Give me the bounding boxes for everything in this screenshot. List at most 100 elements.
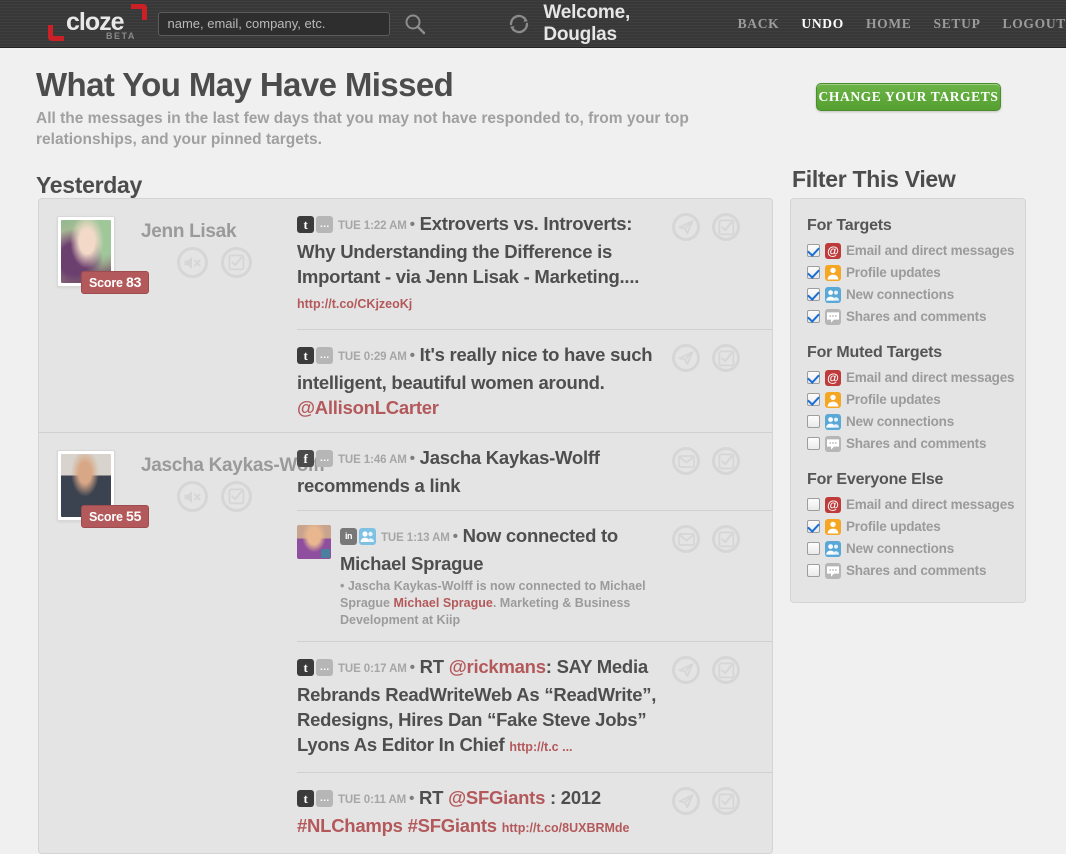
search-icon[interactable] xyxy=(402,11,428,37)
filter-row[interactable]: Profile updates xyxy=(807,516,1025,537)
filter-row-label[interactable]: Shares and comments xyxy=(846,436,986,451)
filter-row[interactable]: Shares and comments xyxy=(807,560,1025,581)
score-badge: Score 55 xyxy=(81,505,150,528)
filter-row[interactable]: @ Email and direct messages xyxy=(807,240,1025,261)
chat-badge-icon: … xyxy=(316,347,333,364)
filter-checkbox[interactable] xyxy=(807,542,820,555)
checkbox-circle-button[interactable] xyxy=(712,787,740,815)
filter-row[interactable]: Profile updates xyxy=(807,389,1025,410)
message-hashtag[interactable]: #SFGiants xyxy=(408,815,498,836)
nested-connection-row: in TUE 1:13 AM • Now connected to Michael … xyxy=(297,523,662,629)
nested-avatar[interactable] xyxy=(297,525,331,559)
filter-row-label[interactable]: Profile updates xyxy=(846,265,941,280)
at-icon: @ xyxy=(825,369,841,386)
message-timestamp: TUE 1:13 AM xyxy=(381,532,450,544)
filter-checkbox[interactable] xyxy=(807,393,820,406)
person-name[interactable]: Jenn Lisak xyxy=(141,221,237,243)
send-button[interactable] xyxy=(672,344,700,372)
checkbox-circle-button[interactable] xyxy=(712,656,740,684)
filter-checkbox[interactable] xyxy=(807,310,820,323)
filter-checkbox[interactable] xyxy=(807,415,820,428)
message-link[interactable]: http://t.co/8UXBRMde xyxy=(502,821,630,835)
filter-panel: For Targets @ Email and direct messages Pro… xyxy=(790,198,1026,603)
message-hashtag[interactable]: #NLChamps xyxy=(297,815,403,836)
chat-icon xyxy=(825,308,841,325)
person-block: Score 55 Jascha Kaykas-Wolff f… TUE 1:46 AM… xyxy=(39,432,772,853)
checkbox-circle-button[interactable] xyxy=(712,344,740,372)
filter-row-label[interactable]: New connections xyxy=(846,541,954,556)
send-button[interactable] xyxy=(672,787,700,815)
filter-row-label[interactable]: Shares and comments xyxy=(846,563,986,578)
filter-checkbox[interactable] xyxy=(807,244,820,257)
search-input[interactable] xyxy=(158,11,391,36)
mute-button[interactable] xyxy=(177,247,208,278)
message-text-fragment: RT xyxy=(419,787,449,808)
message-row: t… TUE 0:29 AM • It's really nice to have … xyxy=(297,329,772,432)
filter-row[interactable]: @ Email and direct messages xyxy=(807,367,1025,388)
filter-row[interactable]: New connections xyxy=(807,411,1025,432)
filter-row-label[interactable]: Shares and comments xyxy=(846,309,986,324)
filter-row-label[interactable]: Email and direct messages xyxy=(846,497,1015,512)
person-action-buttons xyxy=(177,481,252,512)
filter-checkbox[interactable] xyxy=(807,371,820,384)
score-badge: Score 83 xyxy=(81,271,150,294)
message-bullet: • xyxy=(452,528,458,545)
message-link[interactable]: http://t.co/CKjzeoKj xyxy=(297,297,412,311)
checkbox-circle-button[interactable] xyxy=(221,481,252,512)
message-text: t… TUE 0:29 AM • It's really nice to have … xyxy=(297,342,662,420)
person-action-buttons xyxy=(177,247,252,278)
filter-row[interactable]: @ Email and direct messages xyxy=(807,494,1025,515)
filter-row-label[interactable]: Profile updates xyxy=(846,519,941,534)
mute-button[interactable] xyxy=(177,481,208,512)
filter-row-label[interactable]: New connections xyxy=(846,414,954,429)
email-button[interactable] xyxy=(672,447,700,475)
message-action-buttons xyxy=(672,445,758,498)
message-mention[interactable]: @rickmans xyxy=(449,656,546,677)
refresh-icon[interactable] xyxy=(506,11,532,37)
chat-badge-icon: … xyxy=(316,659,333,676)
nav-link-undo[interactable]: UNDO xyxy=(801,16,844,32)
filter-row[interactable]: Shares and comments xyxy=(807,433,1025,454)
people-icon xyxy=(825,286,841,303)
filter-row[interactable]: New connections xyxy=(807,284,1025,305)
nav-link-home[interactable]: HOME xyxy=(866,16,912,32)
checkbox-circle-button[interactable] xyxy=(712,525,740,553)
filter-row-label[interactable]: Profile updates xyxy=(846,392,941,407)
source-badge-twitter-icon: t xyxy=(297,216,314,233)
nav-link-logout[interactable]: LOGOUT xyxy=(1003,16,1066,32)
checkbox-circle-button[interactable] xyxy=(221,247,252,278)
nav-link-back[interactable]: BACK xyxy=(738,16,780,32)
message-action-buttons xyxy=(672,654,758,760)
filter-checkbox[interactable] xyxy=(807,437,820,450)
message-highlight-link[interactable]: Michael Sprague xyxy=(394,596,493,610)
send-button[interactable] xyxy=(672,213,700,241)
filter-checkbox[interactable] xyxy=(807,520,820,533)
filter-checkbox[interactable] xyxy=(807,498,820,511)
filter-row-label[interactable]: Email and direct messages xyxy=(846,370,1015,385)
message-row: t… TUE 1:22 AM • Extroverts vs. Introverts… xyxy=(297,199,772,329)
welcome-message: Welcome, Douglas xyxy=(543,1,631,45)
filter-checkbox[interactable] xyxy=(807,266,820,279)
message-timestamp: TUE 0:29 AM xyxy=(338,351,407,363)
message-mention[interactable]: @SFGiants xyxy=(448,787,545,808)
message-subtext: • Jascha Kaykas-Wolff is now connected t… xyxy=(340,578,662,629)
nav-link-setup[interactable]: SETUP xyxy=(934,16,981,32)
filter-row[interactable]: New connections xyxy=(807,538,1025,559)
filter-row-label[interactable]: New connections xyxy=(846,287,954,302)
filter-checkbox[interactable] xyxy=(807,564,820,577)
filter-row[interactable]: Shares and comments xyxy=(807,306,1025,327)
checkbox-circle-button[interactable] xyxy=(712,213,740,241)
message-link[interactable]: http://t.c ... xyxy=(509,740,572,754)
filter-row-label[interactable]: Email and direct messages xyxy=(846,243,1015,258)
message-mention[interactable]: @AllisonLCarter xyxy=(297,397,439,418)
filter-checkbox[interactable] xyxy=(807,288,820,301)
change-targets-button[interactable]: CHANGE YOUR TARGETS xyxy=(816,83,1001,111)
checkbox-circle-button[interactable] xyxy=(712,447,740,475)
email-button[interactable] xyxy=(672,525,700,553)
person-summary: Score 83 Jenn Lisak xyxy=(39,199,297,432)
page-subtitle: All the messages in the last few days th… xyxy=(36,110,689,148)
message-action-buttons xyxy=(672,342,758,420)
send-button[interactable] xyxy=(672,656,700,684)
filter-row[interactable]: Profile updates xyxy=(807,262,1025,283)
cloze-logo[interactable]: cloze BETA xyxy=(48,0,148,48)
